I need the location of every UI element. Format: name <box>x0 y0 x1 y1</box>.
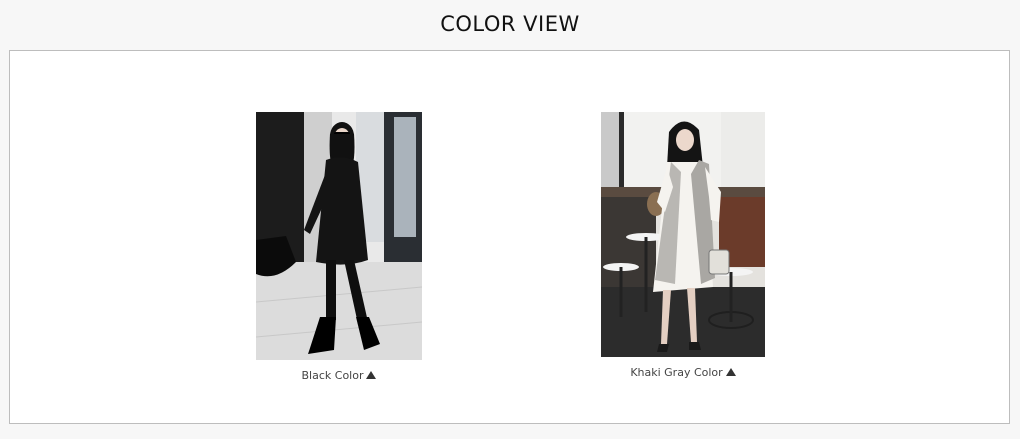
color-option-khaki-gray[interactable]: Khaki Gray Color <box>601 112 765 379</box>
triangle-up-icon <box>366 371 377 379</box>
triangle-up-icon <box>725 368 736 376</box>
caption-text: Khaki Gray Color <box>630 366 723 379</box>
khaki-gray-color-photo[interactable] <box>601 112 765 357</box>
black-color-photo[interactable] <box>256 112 422 360</box>
model-black-coat-image <box>256 112 422 360</box>
caption-text: Black Color <box>301 369 364 382</box>
section-title: COLOR VIEW <box>440 12 580 36</box>
black-color-label[interactable]: Black Color <box>256 369 422 382</box>
color-view-panel: Black Color Khaki Gray Color <box>9 50 1010 424</box>
model-gray-vest-image <box>601 112 765 357</box>
khaki-gray-color-label[interactable]: Khaki Gray Color <box>601 366 765 379</box>
color-option-black[interactable]: Black Color <box>256 112 422 382</box>
